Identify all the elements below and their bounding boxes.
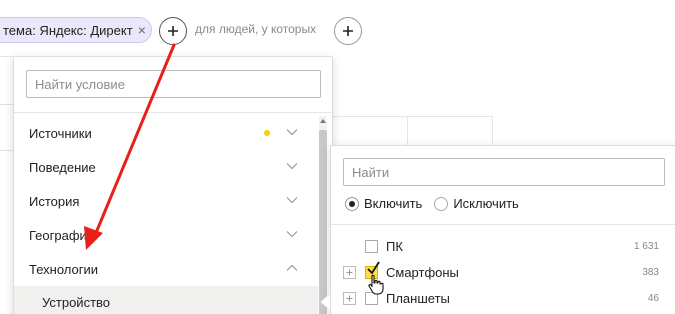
background-divider [0,104,13,105]
chip-label: тема: Яндекс: Директ [3,22,133,38]
add-condition-button[interactable] [159,17,187,45]
device-label: Планшеты [386,291,450,306]
background-divider [0,56,13,57]
expand-plus-icon[interactable] [343,266,356,279]
exclude-radio[interactable]: Исключить [434,196,519,211]
include-radio[interactable]: Включить [345,196,422,211]
category-label: Поведение [29,159,96,175]
category-technologies[interactable]: Технологии [14,252,318,286]
dropdown-divider [14,112,332,113]
background-divider [0,150,13,151]
chevron-down-icon [286,231,298,238]
chevron-up-icon [286,264,298,271]
subcategory-device[interactable]: Устройство [14,286,318,314]
device-label: ПК [386,239,403,254]
condition-search-input[interactable] [26,70,321,98]
plus-icon [343,26,353,36]
chevron-down-icon [286,129,298,136]
category-label: Источники [29,125,92,141]
scroll-up-icon[interactable] [320,119,326,123]
chevron-down-icon [286,163,298,170]
include-label: Включить [364,196,423,211]
include-exclude-toggle: Включить Исключить [345,196,531,211]
scrollbar-thumb[interactable] [319,130,327,314]
chip-close-icon[interactable]: × [138,23,146,37]
radio-checked-icon [345,196,359,211]
for-people-label: для людей, у которых [195,22,317,36]
device-count: 1 631 [633,241,659,252]
category-list: Источники Поведение История География Те… [14,116,318,314]
device-search-input[interactable] [343,158,665,186]
category-sources[interactable]: Источники [14,116,318,150]
background-table-cell [407,116,493,146]
panel-divider [331,224,675,225]
device-count: 383 [642,267,659,278]
category-geography[interactable]: География [14,218,318,252]
add-group-button[interactable] [334,17,362,45]
exclude-label: Исключить [453,196,519,211]
device-list: ПК 1 631 Смартфоны 383 Планшеты 46 [331,234,671,312]
category-label: Технологии [29,261,99,277]
plus-icon [168,26,178,36]
segment-condition-chip[interactable]: тема: Яндекс: Директ × [0,17,152,43]
device-item-pc: ПК 1 631 [331,234,671,260]
panel-pointer [321,294,330,310]
pc-checkbox[interactable] [365,240,378,253]
category-label: География [29,227,94,243]
active-dot-icon [264,130,270,136]
device-count: 46 [647,293,659,304]
hand-pointer-icon [368,274,384,295]
category-label: История [29,193,80,209]
chevron-down-icon [286,197,298,204]
condition-dropdown: Источники Поведение История География [13,56,333,314]
category-behavior[interactable]: Поведение [14,150,318,184]
category-history[interactable]: История [14,184,318,218]
device-label: Смартфоны [386,265,459,280]
expand-plus-icon[interactable] [343,292,356,305]
background-table-cell [333,116,408,146]
subcategory-label: Устройство [42,294,111,310]
radio-unchecked-icon [434,196,449,211]
